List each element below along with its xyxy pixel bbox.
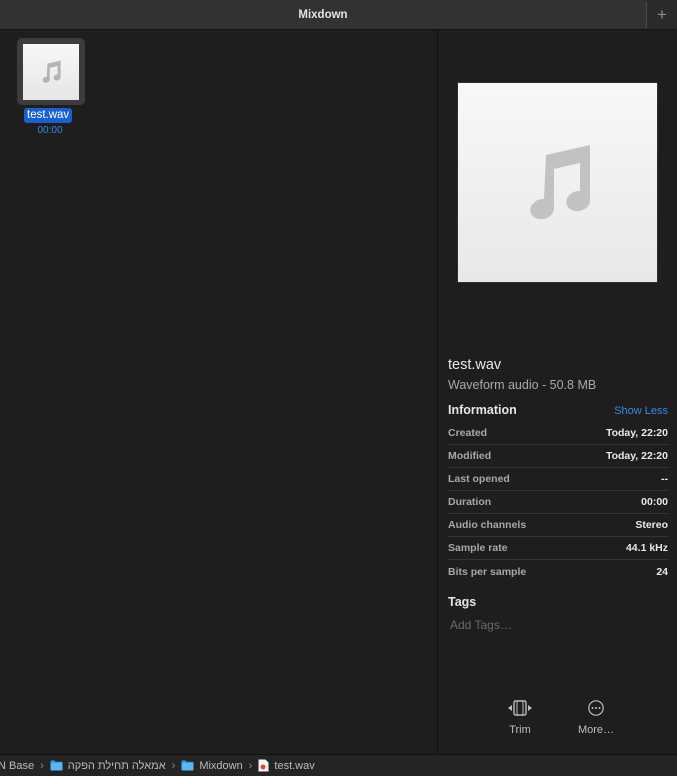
info-value: Today, 22:20 <box>605 427 668 439</box>
path-separator: › <box>248 759 253 772</box>
info-row-sample-rate: Sample rate 44.1 kHz <box>448 537 668 560</box>
music-note-icon <box>529 144 590 219</box>
preview-pane: test.wav Waveform audio - 50.8 MB Inform… <box>438 30 677 754</box>
more-button[interactable]: More… <box>571 698 621 736</box>
info-row-duration: Duration 00:00 <box>448 491 668 514</box>
file-name-label[interactable]: test.wav <box>24 108 73 123</box>
more-label: More… <box>577 724 615 736</box>
path-item-file[interactable]: test.wav <box>258 759 315 772</box>
info-label: Last opened <box>448 473 510 485</box>
preview-thumbnail <box>458 83 657 282</box>
info-value: 44.1 kHz <box>625 542 668 554</box>
info-label: Modified <box>448 450 492 462</box>
show-less-link[interactable]: Show Less <box>614 405 668 417</box>
tab-mixdown[interactable]: Mixdown <box>0 0 646 29</box>
info-list: Created Today, 22:20 Modified Today, 22:… <box>448 422 668 583</box>
path-item-production-folder[interactable]: אמאלה תחילת הפקה <box>50 760 166 772</box>
plus-icon: + <box>657 5 667 24</box>
path-item-label: test.wav <box>274 759 315 772</box>
tab-title: Mixdown <box>298 8 348 21</box>
trim-label: Trim <box>509 724 531 736</box>
preview-subtitle: Waveform audio - 50.8 MB <box>448 378 597 392</box>
ellipsis-circle-icon <box>588 700 604 716</box>
tab-divider <box>646 2 647 28</box>
folder-icon <box>181 760 194 771</box>
info-row-last-opened: Last opened -- <box>448 468 668 491</box>
info-value: 00:00 <box>641 496 668 508</box>
info-label: Audio channels <box>448 519 527 531</box>
file-selection-highlight <box>17 38 85 105</box>
info-value: Stereo <box>635 519 668 531</box>
path-bar: N Base › אמאלה תחילת הפקה › Mixdown › te… <box>0 754 677 776</box>
info-label: Duration <box>448 496 492 508</box>
info-label: Sample rate <box>448 542 508 554</box>
path-item-label: N Base <box>0 759 35 772</box>
preview-title: test.wav <box>448 357 502 373</box>
info-value: -- <box>661 473 668 485</box>
file-thumbnail[interactable] <box>23 44 79 100</box>
audio-file-icon <box>258 759 269 772</box>
info-row-audio-channels: Audio channels Stereo <box>448 514 668 537</box>
file-duration: 00:00 <box>37 125 63 136</box>
path-item-base[interactable]: N Base <box>0 760 34 772</box>
info-row-bits-per-sample: Bits per sample 24 <box>448 560 668 583</box>
file-grid: test.wav 00:00 <box>0 30 437 753</box>
info-row-modified: Modified Today, 22:20 <box>448 445 668 468</box>
add-tags-input[interactable] <box>448 616 652 634</box>
film-trim-icon <box>508 700 532 716</box>
info-label: Bits per sample <box>448 565 527 578</box>
path-item-label: Mixdown <box>199 759 243 772</box>
path-item-mixdown[interactable]: Mixdown <box>181 759 243 772</box>
info-label: Created <box>448 427 488 439</box>
tags-heading: Tags <box>448 595 477 609</box>
folder-icon <box>50 760 63 771</box>
trim-button[interactable]: Trim <box>495 698 545 736</box>
path-separator: › <box>40 759 44 772</box>
info-value: Today, 22:20 <box>605 450 668 462</box>
path-item-label: אמאלה תחילת הפקה <box>67 759 166 772</box>
path-separator: › <box>171 759 176 772</box>
music-note-icon <box>42 60 61 83</box>
info-row-created: Created Today, 22:20 <box>448 422 668 445</box>
info-value: 24 <box>656 565 668 578</box>
new-tab-button[interactable]: + <box>650 3 674 27</box>
information-heading: Information <box>448 403 517 417</box>
tab-bar: Mixdown + <box>0 0 677 30</box>
